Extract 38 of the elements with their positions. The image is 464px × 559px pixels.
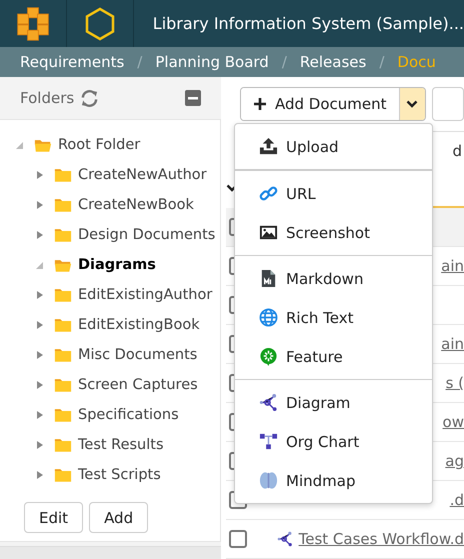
folder-item[interactable]: CreateNewAuthor (78, 167, 207, 183)
breadcrumb-separator: / (282, 53, 287, 71)
breadcrumb-link[interactable]: Planning Board (155, 53, 269, 71)
menu-item[interactable]: URL (235, 174, 432, 213)
folder-item[interactable]: EditExistingBook (78, 317, 200, 333)
folder-item[interactable]: CreateNewBook (78, 197, 194, 213)
menu-item[interactable]: Feature (235, 337, 432, 376)
folder-item[interactable]: Test Scripts (78, 467, 161, 483)
document-link[interactable]: Test Cases Workflow.d (298, 530, 464, 548)
folder-item[interactable]: Screen Captures (78, 377, 198, 393)
menu-item[interactable]: Upload (235, 127, 432, 166)
document-link[interactable]: ain (441, 257, 464, 275)
menu-item[interactable]: Diagram (235, 383, 432, 422)
document-link[interactable]: ow (442, 413, 464, 431)
folder-action-button[interactable]: Edit (24, 502, 84, 533)
folder-item[interactable]: Root Folder (58, 137, 140, 153)
menu-item[interactable]: Mindmap (235, 461, 432, 500)
panel-title: Folders (20, 89, 74, 107)
breadcrumb-separator: / (137, 53, 142, 71)
column-header: d (452, 142, 463, 160)
document-link[interactable]: ag (445, 452, 464, 470)
document-link[interactable]: .d (450, 491, 464, 509)
menu-item[interactable]: Screenshot (235, 213, 432, 252)
folder-item[interactable]: Diagrams (78, 257, 156, 273)
document-link[interactable]: ain (441, 335, 464, 353)
menu-item[interactable]: Org Chart (235, 422, 432, 461)
breadcrumb-link[interactable]: Requirements (20, 53, 124, 71)
folder-action-button[interactable]: Add (89, 502, 148, 533)
menu-item[interactable]: Rich Text (235, 298, 432, 337)
folder-item[interactable]: Misc Documents (78, 347, 198, 363)
menu-item[interactable]: Markdown (235, 259, 432, 298)
folder-item[interactable]: EditExistingAuthor (78, 287, 212, 303)
folder-item[interactable]: Test Results (78, 437, 164, 453)
folder-item[interactable]: Design Documents (78, 227, 216, 243)
folder-item[interactable]: Specifications (78, 407, 179, 423)
document-link[interactable]: s ( (446, 374, 464, 392)
breadcrumb-link[interactable]: Releases (300, 53, 366, 71)
breadcrumb-separator: / (379, 53, 384, 71)
